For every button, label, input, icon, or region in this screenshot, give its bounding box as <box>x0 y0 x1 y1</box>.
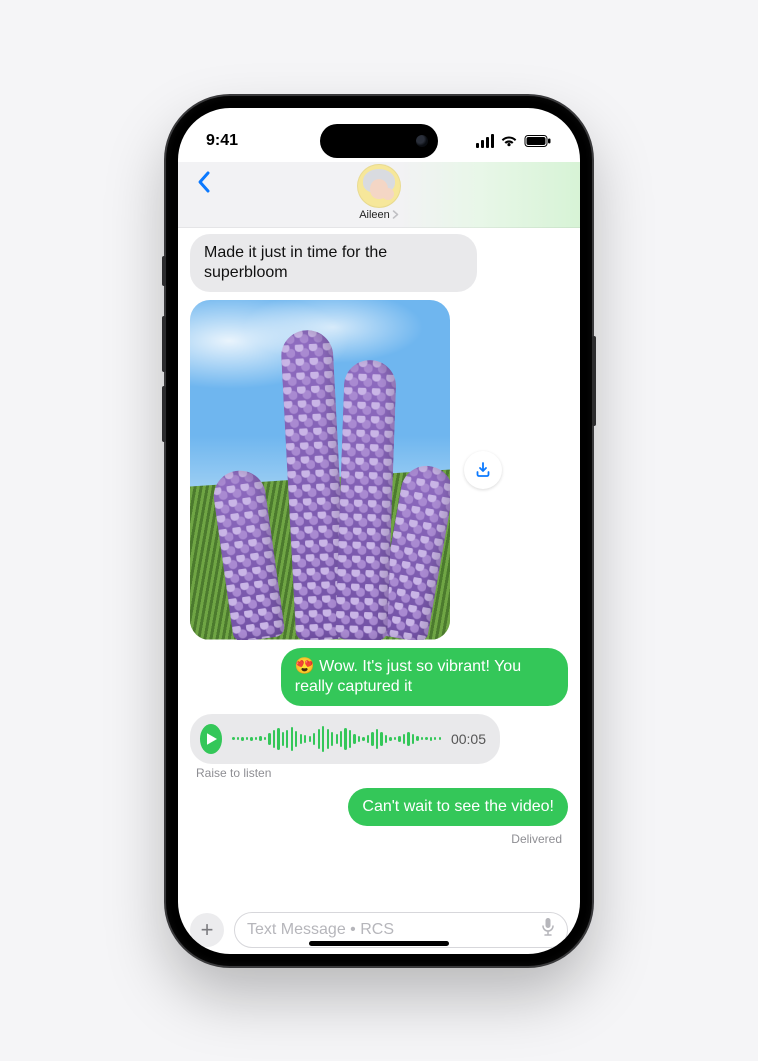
screen: 9:41 Aileen <box>178 108 580 954</box>
message-incoming: Made it just in time for the superbloom <box>190 234 568 292</box>
wifi-icon <box>500 134 518 148</box>
text-bubble[interactable]: Can't wait to see the video! <box>348 788 568 826</box>
audio-bubble[interactable]: 00:05 <box>190 714 500 764</box>
volume-down-button[interactable] <box>162 386 166 442</box>
conversation-header: Aileen <box>178 162 580 228</box>
composer: + Text Message • RCS <box>178 906 580 954</box>
delivery-status: Delivered <box>190 832 568 846</box>
play-button[interactable] <box>200 724 222 754</box>
battery-icon <box>524 134 552 148</box>
contact-button[interactable]: Aileen <box>357 164 401 221</box>
play-icon <box>206 732 218 746</box>
chat-scroll-area[interactable]: Made it just in time for the superbloom <box>178 228 580 906</box>
volume-up-button[interactable] <box>162 316 166 372</box>
plus-icon: + <box>201 917 214 943</box>
image-attachment[interactable] <box>190 300 450 640</box>
message-incoming-audio: 00:05 Raise to listen <box>190 714 568 780</box>
audio-hint: Raise to listen <box>196 766 568 780</box>
mute-switch[interactable] <box>162 256 166 286</box>
power-button[interactable] <box>592 336 596 426</box>
message-text: Can't wait to see the video! <box>362 798 554 815</box>
message-text: Wow. It's just so vibrant! You really ca… <box>295 658 521 695</box>
message-text: Made it just in time for the superbloom <box>204 244 387 281</box>
avatar <box>357 164 401 208</box>
status-indicators <box>476 134 552 148</box>
dictation-button[interactable] <box>541 917 555 942</box>
home-indicator[interactable] <box>309 941 449 946</box>
chevron-left-icon <box>196 170 212 194</box>
microphone-icon <box>541 917 555 937</box>
emoji: 😍 <box>295 658 315 675</box>
text-bubble[interactable]: 😍 Wow. It's just so vibrant! You really … <box>281 648 568 706</box>
contact-name: Aileen <box>359 209 390 221</box>
message-incoming-image <box>190 300 568 640</box>
download-icon <box>474 461 492 479</box>
attach-button[interactable]: + <box>190 913 224 947</box>
message-outgoing: Can't wait to see the video! <box>190 788 568 826</box>
cellular-signal-icon <box>476 134 494 148</box>
message-outgoing: 😍 Wow. It's just so vibrant! You really … <box>190 648 568 706</box>
text-bubble[interactable]: Made it just in time for the superbloom <box>190 234 477 292</box>
audio-duration: 00:05 <box>451 731 486 747</box>
back-button[interactable] <box>190 168 218 196</box>
input-placeholder: Text Message • RCS <box>247 921 394 939</box>
clock: 9:41 <box>206 132 238 150</box>
waveform[interactable] <box>232 724 441 754</box>
chevron-right-icon <box>392 210 399 219</box>
download-button[interactable] <box>464 451 502 489</box>
iphone-frame: 9:41 Aileen <box>166 96 592 966</box>
dynamic-island <box>320 124 438 158</box>
